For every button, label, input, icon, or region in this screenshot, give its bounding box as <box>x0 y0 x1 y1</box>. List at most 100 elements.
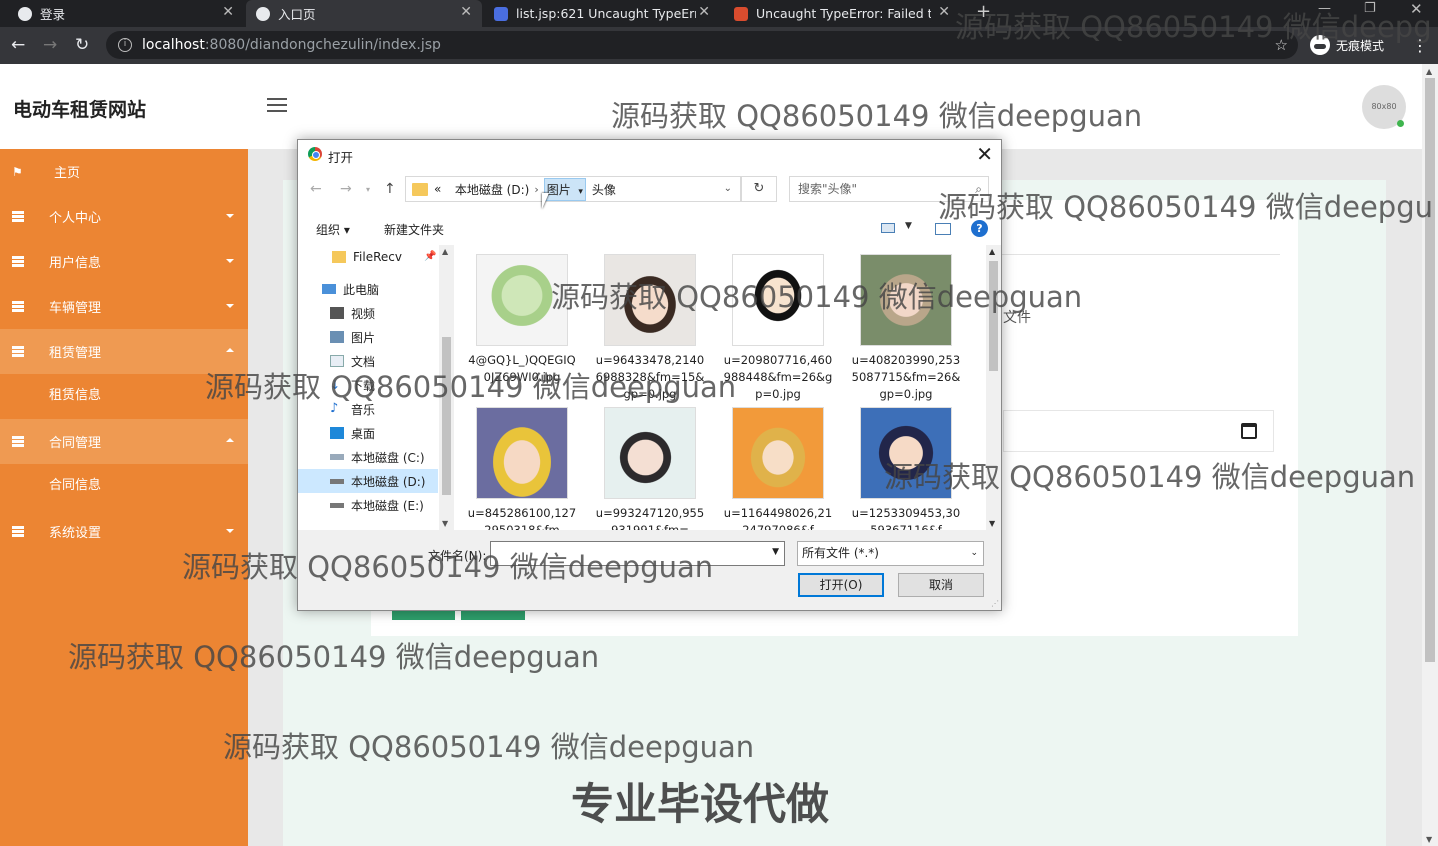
sidebar-item-rental[interactable]: 租赁管理 <box>0 329 248 374</box>
file-item[interactable]: u=993247120,955931991&fm= <box>595 407 705 530</box>
search-icon[interactable]: ⌕ <box>975 177 982 201</box>
tree-item-filerecv[interactable]: FileRecv 📌 <box>298 245 438 269</box>
view-icon[interactable] <box>881 223 895 233</box>
tab-login[interactable]: 登录 ✕ <box>8 0 244 27</box>
chevron-down-icon[interactable]: ▼ <box>905 221 912 231</box>
cancel-button[interactable]: 取消 <box>898 573 984 597</box>
incognito-badge[interactable]: 无痕模式 <box>1310 32 1384 58</box>
tab-typeerror[interactable]: Uncaught TypeError: Failed to ✕ <box>724 0 960 27</box>
tree-item-music[interactable]: ♪ 音乐 <box>298 397 438 421</box>
tree-item-downloads[interactable]: ↓ 下载 <box>298 373 438 397</box>
folder-icon <box>332 251 346 263</box>
image-thumbnail <box>860 254 952 346</box>
scroll-thumb[interactable] <box>1425 78 1435 662</box>
preview-pane-icon[interactable] <box>935 223 951 235</box>
sidebar-item-label: 合同信息 <box>49 478 102 493</box>
window-close-button[interactable]: ✕ <box>1410 0 1423 18</box>
sidebar-item-vehicles[interactable]: 车辆管理 <box>0 284 248 329</box>
forward-icon[interactable]: → <box>340 181 352 197</box>
tree-item-desktop[interactable]: 桌面 <box>298 421 438 445</box>
close-icon[interactable]: ✕ <box>222 4 234 20</box>
breadcrumb-overflow[interactable]: « <box>434 182 441 196</box>
calendar-icon[interactable] <box>1241 423 1257 439</box>
tree-item-this-pc[interactable]: 此电脑 <box>298 277 438 301</box>
caret-down-icon <box>226 304 234 308</box>
sidebar-item-label: 租赁管理 <box>49 346 102 361</box>
hamburger-icon[interactable] <box>267 98 287 116</box>
close-icon[interactable]: ✕ <box>460 4 472 20</box>
avatar[interactable]: 80x80 <box>1362 85 1406 129</box>
breadcrumb-current[interactable]: 头像 <box>592 181 616 198</box>
tab-list-error[interactable]: list.jsp:621 Uncaught TypeError ✕ <box>484 0 720 27</box>
tree-item-documents[interactable]: 文档 <box>298 349 438 373</box>
date-input[interactable] <box>1003 410 1274 452</box>
resize-grip-icon[interactable]: ⋰ <box>991 599 999 608</box>
sidebar-item-users[interactable]: 用户信息 <box>0 239 248 284</box>
menu-kebab-icon[interactable]: ⋮ <box>1412 36 1428 55</box>
tree-item-videos[interactable]: 视频 <box>298 301 438 325</box>
search-input[interactable]: 搜索"头像" ⌕ <box>789 176 989 202</box>
help-icon[interactable]: ? <box>971 220 988 237</box>
file-item[interactable]: u=209807716,460988448&fm=26&gp=0.jpg <box>723 254 833 403</box>
breadcrumb-drive[interactable]: 本地磁盘 (D:) <box>455 181 529 198</box>
image-thumbnail <box>732 407 824 499</box>
info-icon[interactable]: i <box>118 38 132 52</box>
sidebar-item-settings[interactable]: 系统设置 <box>0 509 248 554</box>
scroll-down-icon[interactable]: ▼ <box>1426 835 1432 844</box>
sidebar-item-home[interactable]: ⚑ 主页 <box>0 149 248 194</box>
url-field[interactable]: i localhost :8080/diandongchezulin/index… <box>106 31 1298 59</box>
scroll-up-icon[interactable]: ▲ <box>989 247 995 256</box>
file-item[interactable]: u=96433478,21406988328&fm=15&gp=0.jpg <box>595 254 705 403</box>
file-item[interactable]: u=1253309453,3059367116&f <box>851 407 961 530</box>
page-scrollbar[interactable]: ▲ ▼ <box>1422 64 1438 846</box>
chevron-down-icon[interactable]: ⌄ <box>724 183 732 194</box>
refresh-icon[interactable]: ↻ <box>741 176 777 202</box>
divider <box>1001 254 1280 255</box>
file-item[interactable]: u=408203990,2535087715&fm=26&gp=0.jpg <box>851 254 961 403</box>
scroll-up-icon[interactable]: ▲ <box>442 247 448 256</box>
file-item[interactable]: 4@GQ}L_)QQEGIQ0JZ69WI0.jpg <box>467 254 577 386</box>
tree-item-drive-e[interactable]: 本地磁盘 (E:) <box>298 493 438 517</box>
new-folder-button[interactable]: 新建文件夹 <box>384 221 444 238</box>
bookmark-star-icon[interactable]: ☆ <box>1275 36 1288 54</box>
sidebar-item-profile[interactable]: 个人中心 <box>0 194 248 239</box>
scroll-thumb[interactable] <box>442 337 451 495</box>
new-tab-button[interactable]: + <box>976 0 991 24</box>
sidebar-subitem-contract-info[interactable]: 合同信息 <box>0 463 248 508</box>
maximize-button[interactable]: ❐ <box>1364 0 1376 18</box>
filetype-select[interactable]: 所有文件 (*.*) ⌄ <box>797 541 984 566</box>
close-icon[interactable]: ✕ <box>938 4 950 20</box>
reload-icon[interactable]: ↻ <box>75 35 89 55</box>
breadcrumb-folder[interactable]: 图片 ▾ <box>543 177 586 201</box>
close-icon[interactable]: ✕ <box>698 4 710 20</box>
close-icon[interactable]: ✕ <box>976 142 993 166</box>
scroll-thumb[interactable] <box>989 261 998 371</box>
pin-icon: 📌 <box>424 251 437 262</box>
sidebar-subitem-rental-info[interactable]: 租赁信息 <box>0 373 248 418</box>
recent-dropdown-icon[interactable]: ▾ <box>366 185 370 194</box>
tree-item-pictures[interactable]: 图片 <box>298 325 438 349</box>
tree-item-drive-d[interactable]: 本地磁盘 (D:) <box>298 469 438 493</box>
file-scrollbar[interactable]: ▲ ▼ <box>986 245 1001 530</box>
breadcrumb[interactable]: « 本地磁盘 (D:) › 图片 ▾ 头像 ⌄ <box>405 176 741 202</box>
scroll-down-icon[interactable]: ▼ <box>442 519 448 528</box>
sidebar-item-contracts[interactable]: 合同管理 <box>0 419 248 464</box>
chevron-down-icon[interactable]: ▼ <box>772 547 779 557</box>
back-icon[interactable]: ← <box>11 35 25 55</box>
tab-entry[interactable]: 入口页 ✕ <box>246 0 482 27</box>
filename-input[interactable]: ▼ <box>490 541 785 566</box>
online-status-dot <box>1397 120 1404 127</box>
forward-icon[interactable]: → <box>43 35 57 55</box>
organize-button[interactable]: 组织 ▾ <box>316 221 350 238</box>
scroll-up-icon[interactable]: ▲ <box>1426 67 1432 76</box>
up-folder-icon[interactable]: ↑ <box>384 181 396 197</box>
tree-item-drive-c[interactable]: 本地磁盘 (C:) <box>298 445 438 469</box>
file-item[interactable]: u=845286100,1272950318&fm <box>467 407 577 530</box>
scroll-down-icon[interactable]: ▼ <box>989 519 995 528</box>
chevron-down-icon[interactable]: ▾ <box>578 187 583 197</box>
file-item[interactable]: u=1164498026,2124797086&f <box>723 407 833 530</box>
back-icon[interactable]: ← <box>310 181 322 197</box>
open-button[interactable]: 打开(O) <box>798 573 884 597</box>
minimize-button[interactable]: — <box>1318 0 1331 18</box>
tree-scrollbar[interactable]: ▲ ▼ <box>439 245 454 530</box>
